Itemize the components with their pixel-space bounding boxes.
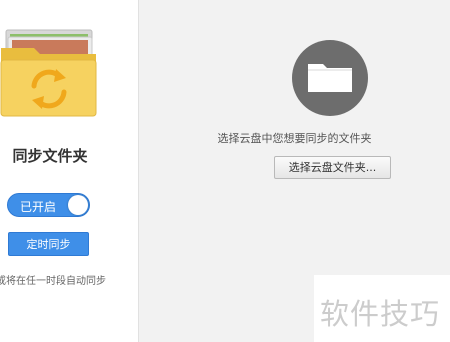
schedule-note: 或将在任一时段自动同步 <box>0 276 106 287</box>
watermark-text: 软件技巧 <box>320 297 441 331</box>
empty-state-hint: 选择云盘中您想要同步的文件夹 <box>217 132 372 145</box>
folder-icon <box>308 64 352 92</box>
empty-state-circle <box>292 40 368 116</box>
sync-toggle[interactable]: 已开启 <box>7 193 90 217</box>
panel-title: 同步文件夹 <box>12 147 88 165</box>
watermark: 软件技巧 <box>314 275 450 342</box>
toggle-knob <box>68 195 88 215</box>
left-panel: 同步文件夹 已开启 定时同步 或将在任一时段自动同步 <box>0 0 139 342</box>
sync-toggle-label: 已开启 <box>20 200 57 214</box>
choose-cloud-folder-button[interactable]: 选择云盘文件夹... <box>274 156 391 179</box>
schedule-sync-button[interactable]: 定时同步 <box>8 232 89 256</box>
folder-sync-icon <box>0 29 97 117</box>
